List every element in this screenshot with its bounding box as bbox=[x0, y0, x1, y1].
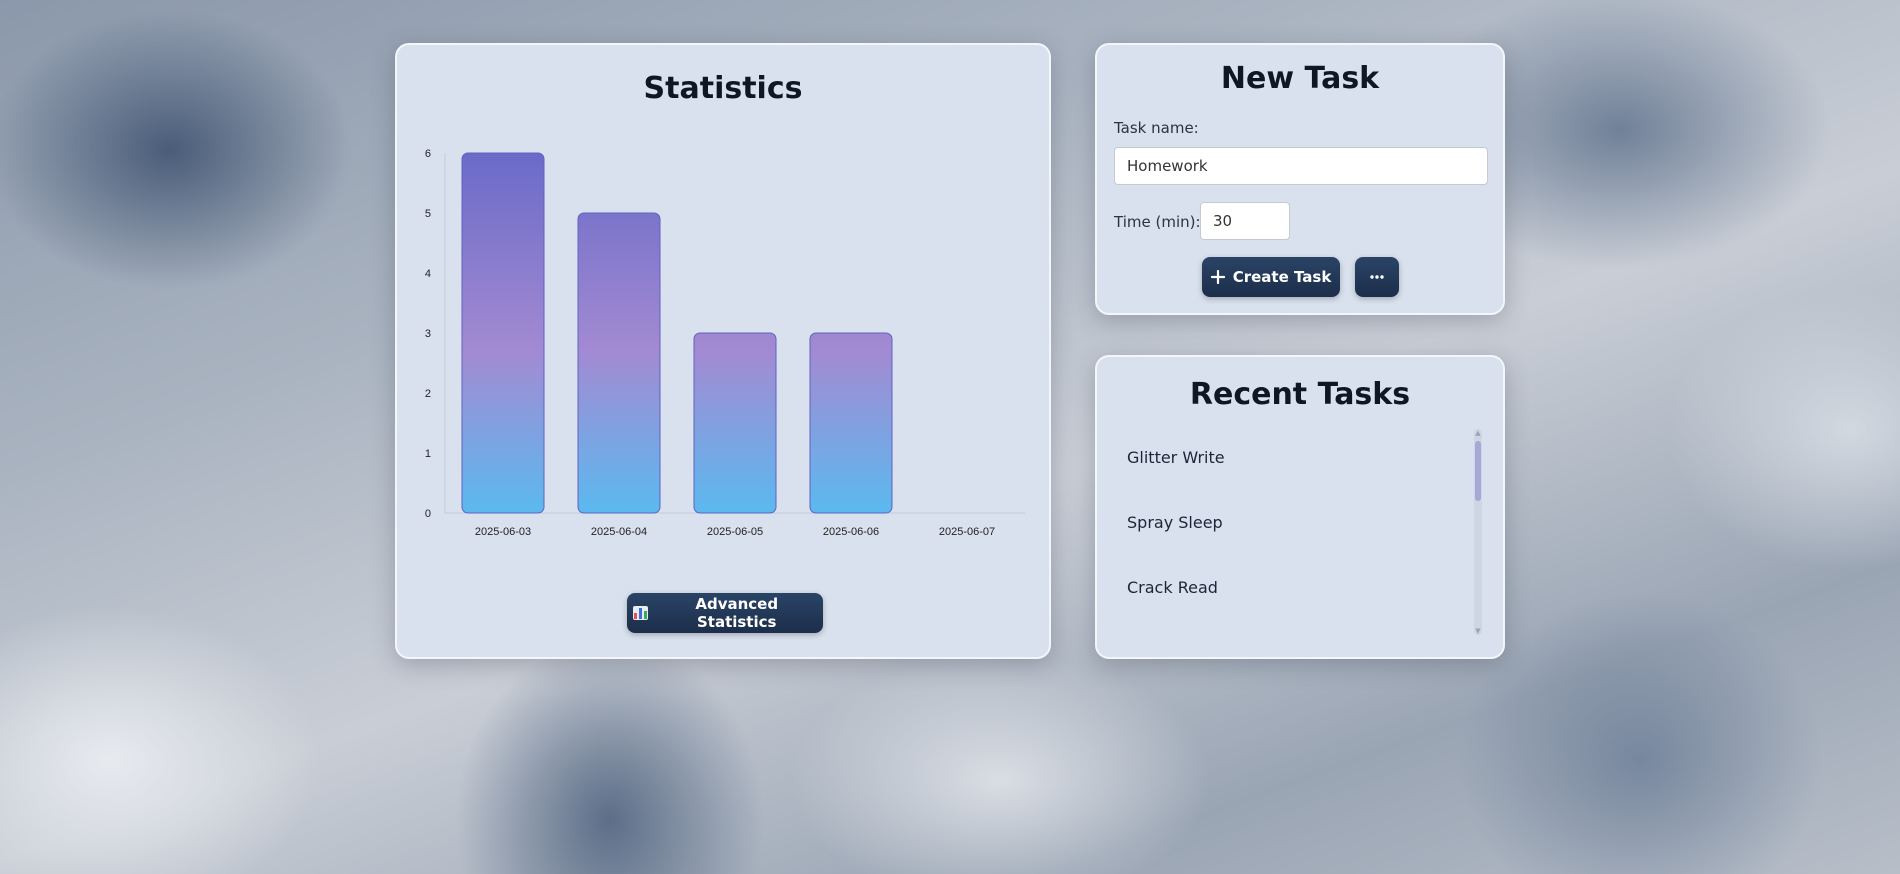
task-name: Glitter Write bbox=[1127, 448, 1225, 467]
task-name: Crack Read bbox=[1127, 578, 1218, 597]
advanced-statistics-label: Advanced Statistics bbox=[695, 595, 779, 631]
list-item[interactable]: Spray Sleep bbox=[1127, 490, 1467, 555]
chart-bar[interactable] bbox=[809, 332, 893, 514]
list-item[interactable]: Crack Read bbox=[1127, 555, 1467, 620]
x-tick-label: 2025-06-05 bbox=[707, 526, 763, 538]
new-task-title: New Task bbox=[1220, 61, 1380, 96]
chart-bar[interactable] bbox=[577, 212, 661, 514]
statistics-card: Statistics 0 1 2 3 4 5 6 2025-06-03 2025-06-04 20… bbox=[395, 43, 1051, 659]
new-task-card: New Task Task name: Time (min): Create T… bbox=[1095, 43, 1505, 315]
x-tick-label: 2025-06-03 bbox=[475, 526, 531, 538]
x-tick-label: 2025-06-04 bbox=[591, 526, 647, 538]
chart-bar[interactable] bbox=[461, 152, 545, 514]
bar-chart-icon bbox=[633, 606, 649, 620]
recent-tasks-list: Glitter Write Spray Sleep Crack Read bbox=[1127, 425, 1467, 620]
chart-bar[interactable] bbox=[693, 332, 777, 514]
recent-tasks-title: Recent Tasks bbox=[1189, 377, 1411, 412]
task-name-label: Task name: bbox=[1114, 119, 1199, 137]
y-tick-label: 5 bbox=[425, 208, 431, 220]
scroll-thumb[interactable] bbox=[1475, 441, 1481, 501]
scroll-up-arrow-icon[interactable]: ▲ bbox=[1474, 429, 1482, 437]
x-tick-label: 2025-06-06 bbox=[823, 526, 879, 538]
task-name: Spray Sleep bbox=[1127, 513, 1223, 532]
y-tick-label: 6 bbox=[425, 148, 431, 160]
more-options-button[interactable] bbox=[1355, 257, 1399, 297]
list-item[interactable]: Glitter Write bbox=[1127, 425, 1467, 490]
time-label: Time (min): bbox=[1114, 213, 1201, 231]
y-tick-label: 1 bbox=[425, 448, 431, 460]
y-tick-label: 4 bbox=[425, 268, 431, 280]
plus-icon bbox=[1210, 270, 1225, 284]
statistics-bar-chart: 0 1 2 3 4 5 6 2025-06-03 2025-06-04 2025-06-05 202… bbox=[425, 148, 1025, 538]
scroll-down-arrow-icon[interactable]: ▼ bbox=[1474, 627, 1482, 635]
recent-tasks-card: Recent Tasks Glitter Write Spray Sleep C… bbox=[1095, 355, 1505, 659]
time-minutes-input[interactable] bbox=[1200, 202, 1290, 240]
create-task-label: Create Task bbox=[1232, 268, 1332, 286]
task-name-input[interactable] bbox=[1114, 147, 1488, 185]
more-options-icon bbox=[1370, 275, 1384, 279]
y-tick-label: 3 bbox=[425, 328, 431, 340]
y-tick-label: 0 bbox=[425, 508, 431, 520]
x-tick-label: 2025-06-07 bbox=[939, 526, 995, 538]
recent-tasks-scrollbar[interactable]: ▲ ▼ bbox=[1474, 429, 1482, 635]
create-task-button[interactable]: Create Task bbox=[1202, 257, 1340, 297]
advanced-statistics-button[interactable]: Advanced Statistics bbox=[627, 593, 823, 633]
y-tick-label: 2 bbox=[425, 388, 431, 400]
